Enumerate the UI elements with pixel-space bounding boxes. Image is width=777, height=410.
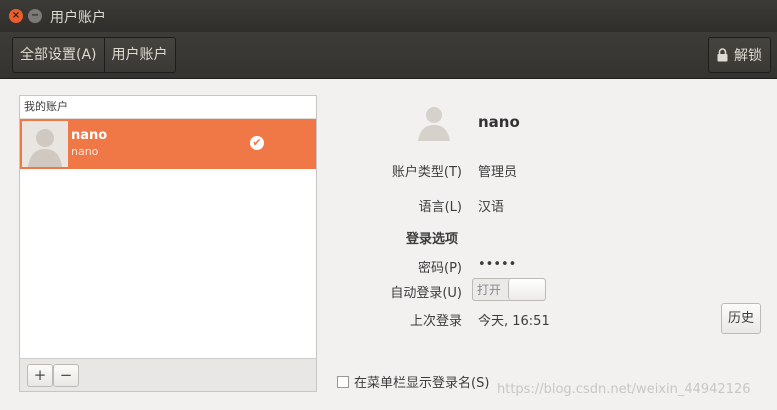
minimize-icon: − <box>30 10 40 21</box>
password-label: 密码(P) <box>418 261 462 276</box>
show-login-name-label: 在菜单栏显示登录名(S) <box>354 376 490 391</box>
title-bar: × − 用户账户 <box>0 0 777 32</box>
switch-knob <box>508 279 545 300</box>
language-value[interactable]: 汉语 <box>478 196 504 215</box>
switch-state-label: 打开 <box>477 283 502 297</box>
breadcrumb-user-accounts[interactable]: 用户账户 <box>103 38 175 72</box>
checkmark-icon: ✔ <box>250 136 264 150</box>
show-login-name-option[interactable]: 在菜单栏显示登录名(S) <box>337 372 489 391</box>
user-picture-button[interactable] <box>414 101 454 141</box>
close-window-button[interactable]: × <box>9 9 23 23</box>
remove-user-button[interactable]: − <box>53 364 79 387</box>
minimize-window-button[interactable]: − <box>28 9 42 23</box>
last-login-label: 上次登录 <box>409 314 462 329</box>
list-toolbar: + − <box>20 358 316 391</box>
breadcrumb: 全部设置(A) 用户账户 <box>12 37 176 73</box>
lock-icon <box>717 48 728 62</box>
user-name: nano <box>71 128 108 143</box>
window-title: 用户账户 <box>50 10 106 26</box>
show-login-name-checkbox[interactable] <box>337 375 349 388</box>
full-name[interactable]: nano <box>478 113 520 131</box>
user-avatar-icon <box>418 107 450 141</box>
watermark: https://blog.csdn.net/weixin_44942126 <box>497 382 751 397</box>
last-login-value: 今天, 16:51 <box>478 314 550 329</box>
user-avatar-icon <box>22 121 68 167</box>
user-login: nano <box>71 145 99 158</box>
close-icon: × <box>11 10 21 21</box>
unlock-label: 解锁 <box>734 48 762 64</box>
account-type-label: 账户类型(T) <box>391 165 462 180</box>
list-item-user[interactable]: nano nano ✔ <box>20 119 316 169</box>
breadcrumb-all-settings[interactable]: 全部设置(A) <box>13 38 104 72</box>
account-list: 我的账户 nano nano ✔ + − <box>19 95 317 392</box>
password-value[interactable]: ••••• <box>478 257 516 272</box>
login-options-title: 登录选项 <box>406 232 459 247</box>
history-button[interactable]: 历史 <box>721 303 761 334</box>
language-label: 语言(L) <box>418 200 462 215</box>
list-header: 我的账户 <box>20 96 316 119</box>
unlock-button[interactable]: 解锁 <box>708 37 771 73</box>
account-type-value[interactable]: 管理员 <box>478 161 517 180</box>
auto-login-label: 自动登录(U) <box>390 286 462 301</box>
user-accounts-window: × − 用户账户 全部设置(A) 用户账户 解锁 我的账户 nano nano … <box>0 0 777 410</box>
auto-login-switch[interactable]: 打开 <box>472 278 546 301</box>
add-user-button[interactable]: + <box>27 364 53 387</box>
toolbar: 全部设置(A) 用户账户 解锁 <box>0 32 777 79</box>
avatar <box>22 121 68 167</box>
